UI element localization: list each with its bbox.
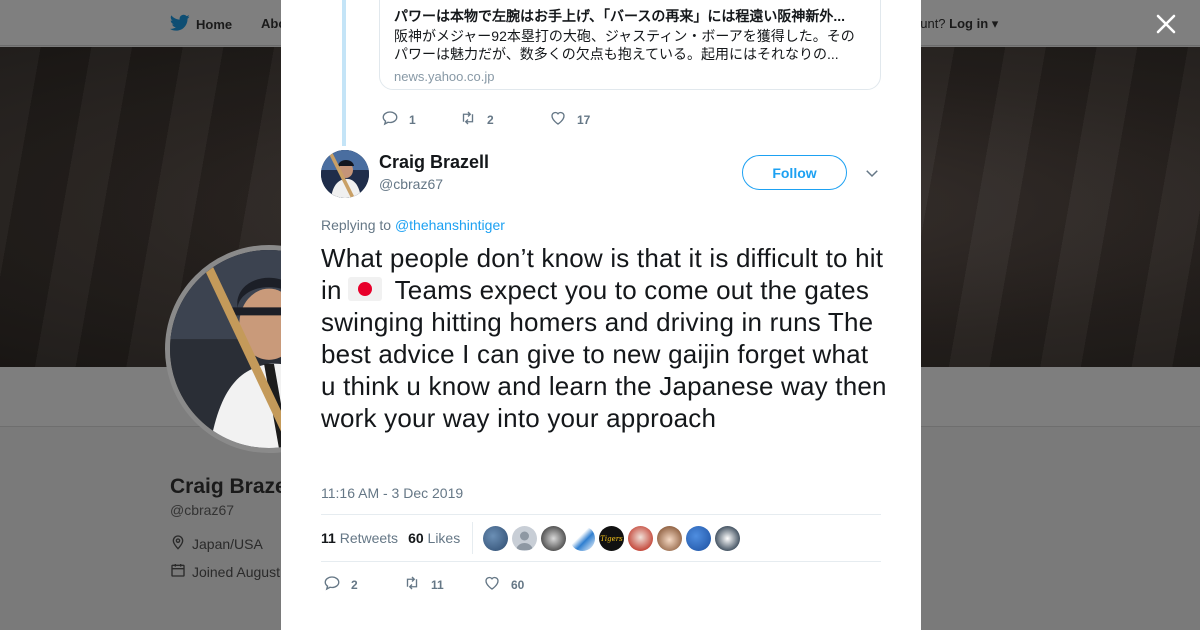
liker-avatar[interactable] [715, 525, 741, 551]
thread-connector-line [342, 0, 346, 146]
link-preview-card[interactable]: パワーは本物で左腕はお手上げ、「バースの再来」には程遠い阪神新外... 阪神がメ… [379, 0, 881, 90]
profile-location: Japan/USA [170, 534, 263, 553]
japan-flag-emoji [347, 277, 382, 301]
retweets-stat[interactable]: 11 Retweets [321, 530, 398, 546]
replying-to: Replying to @thehanshintiger [321, 217, 505, 233]
retweet-button[interactable]: 2 [459, 109, 549, 130]
close-icon[interactable] [1154, 12, 1178, 36]
follow-button[interactable]: Follow [742, 155, 847, 190]
retweet-icon [403, 574, 421, 595]
chevron-down-icon[interactable] [863, 164, 881, 182]
svg-text:Tigers: Tigers [600, 535, 623, 543]
author-avatar[interactable] [321, 150, 369, 198]
tweet-actions: 2 11 60 [323, 574, 524, 595]
liker-avatars: Tigers [483, 525, 741, 551]
profile-handle: @cbraz67 [170, 502, 235, 518]
tweet-text: What people don’t know is that it is dif… [321, 243, 887, 433]
twitter-bird-icon [169, 14, 190, 35]
calendar-icon [170, 562, 186, 581]
like-button[interactable]: 60 [483, 574, 524, 595]
likes-stat[interactable]: 60 Likes [408, 530, 460, 546]
liker-avatar[interactable] [483, 525, 509, 551]
author-name[interactable]: Craig Brazell [379, 152, 489, 173]
reply-button[interactable]: 1 [381, 109, 459, 130]
tweet-modal: パワーは本物で左腕はお手上げ、「バースの再来」には程遠い阪神新外... 阪神がメ… [281, 0, 921, 630]
profile-name: Craig Braze [170, 475, 287, 498]
tweet-timestamp[interactable]: 11:16 AM - 3 Dec 2019 [321, 485, 463, 501]
retweet-button[interactable]: 11 [403, 574, 483, 595]
card-domain: news.yahoo.co.jp [394, 69, 495, 84]
previous-tweet-actions: 1 2 17 [381, 109, 590, 130]
like-button[interactable]: 17 [549, 109, 590, 130]
liker-avatar[interactable] [541, 525, 567, 551]
liker-avatar[interactable] [570, 525, 596, 551]
liker-avatar[interactable] [657, 525, 683, 551]
author-handle[interactable]: @cbraz67 [379, 176, 443, 192]
login-link[interactable]: Log in [949, 16, 988, 31]
replying-to-link[interactable]: @thehanshintiger [395, 217, 505, 233]
liker-avatar[interactable] [686, 525, 712, 551]
chevron-down-icon: ▾ [991, 16, 999, 31]
stats-divider [472, 522, 474, 554]
tweet-stats: 11 Retweets 60 Likes Tigers [321, 514, 881, 562]
reply-icon [323, 574, 341, 595]
liker-avatar[interactable] [512, 525, 538, 551]
reply-button[interactable]: 2 [323, 574, 403, 595]
profile-joined: Joined August [170, 562, 280, 581]
heart-icon [549, 109, 567, 130]
location-icon [170, 534, 186, 553]
card-description: 阪神がメジャー92本塁打の大砲、ジャスティン・ボーアを獲得した。そのパワーは魅力… [394, 28, 855, 62]
liker-avatar[interactable]: Tigers [599, 525, 625, 551]
card-title: パワーは本物で左腕はお手上げ、「バースの再来」には程遠い阪神新外... [394, 8, 845, 24]
nav-home[interactable]: Home [169, 14, 232, 35]
retweet-icon [459, 109, 477, 130]
heart-icon [483, 574, 501, 595]
reply-icon [381, 109, 399, 130]
liker-avatar[interactable] [628, 525, 654, 551]
